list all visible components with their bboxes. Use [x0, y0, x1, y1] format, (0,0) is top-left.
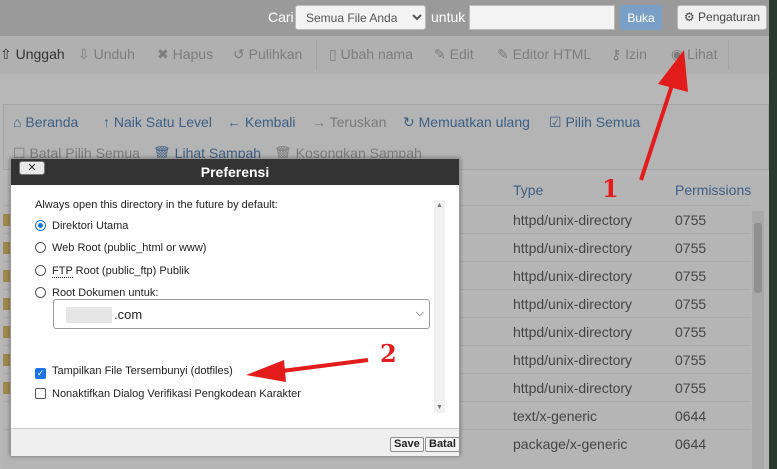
annotation-arrowhead-1: [658, 50, 688, 92]
annotation-number-2: 2: [380, 339, 397, 368]
annotation-number-1: 1: [602, 174, 619, 203]
annotation-arrow-1: [639, 81, 675, 181]
annotation-arrowhead-2: [246, 360, 286, 382]
annotation-arrow-2: [281, 358, 369, 373]
annotation-arrows: [246, 50, 688, 382]
